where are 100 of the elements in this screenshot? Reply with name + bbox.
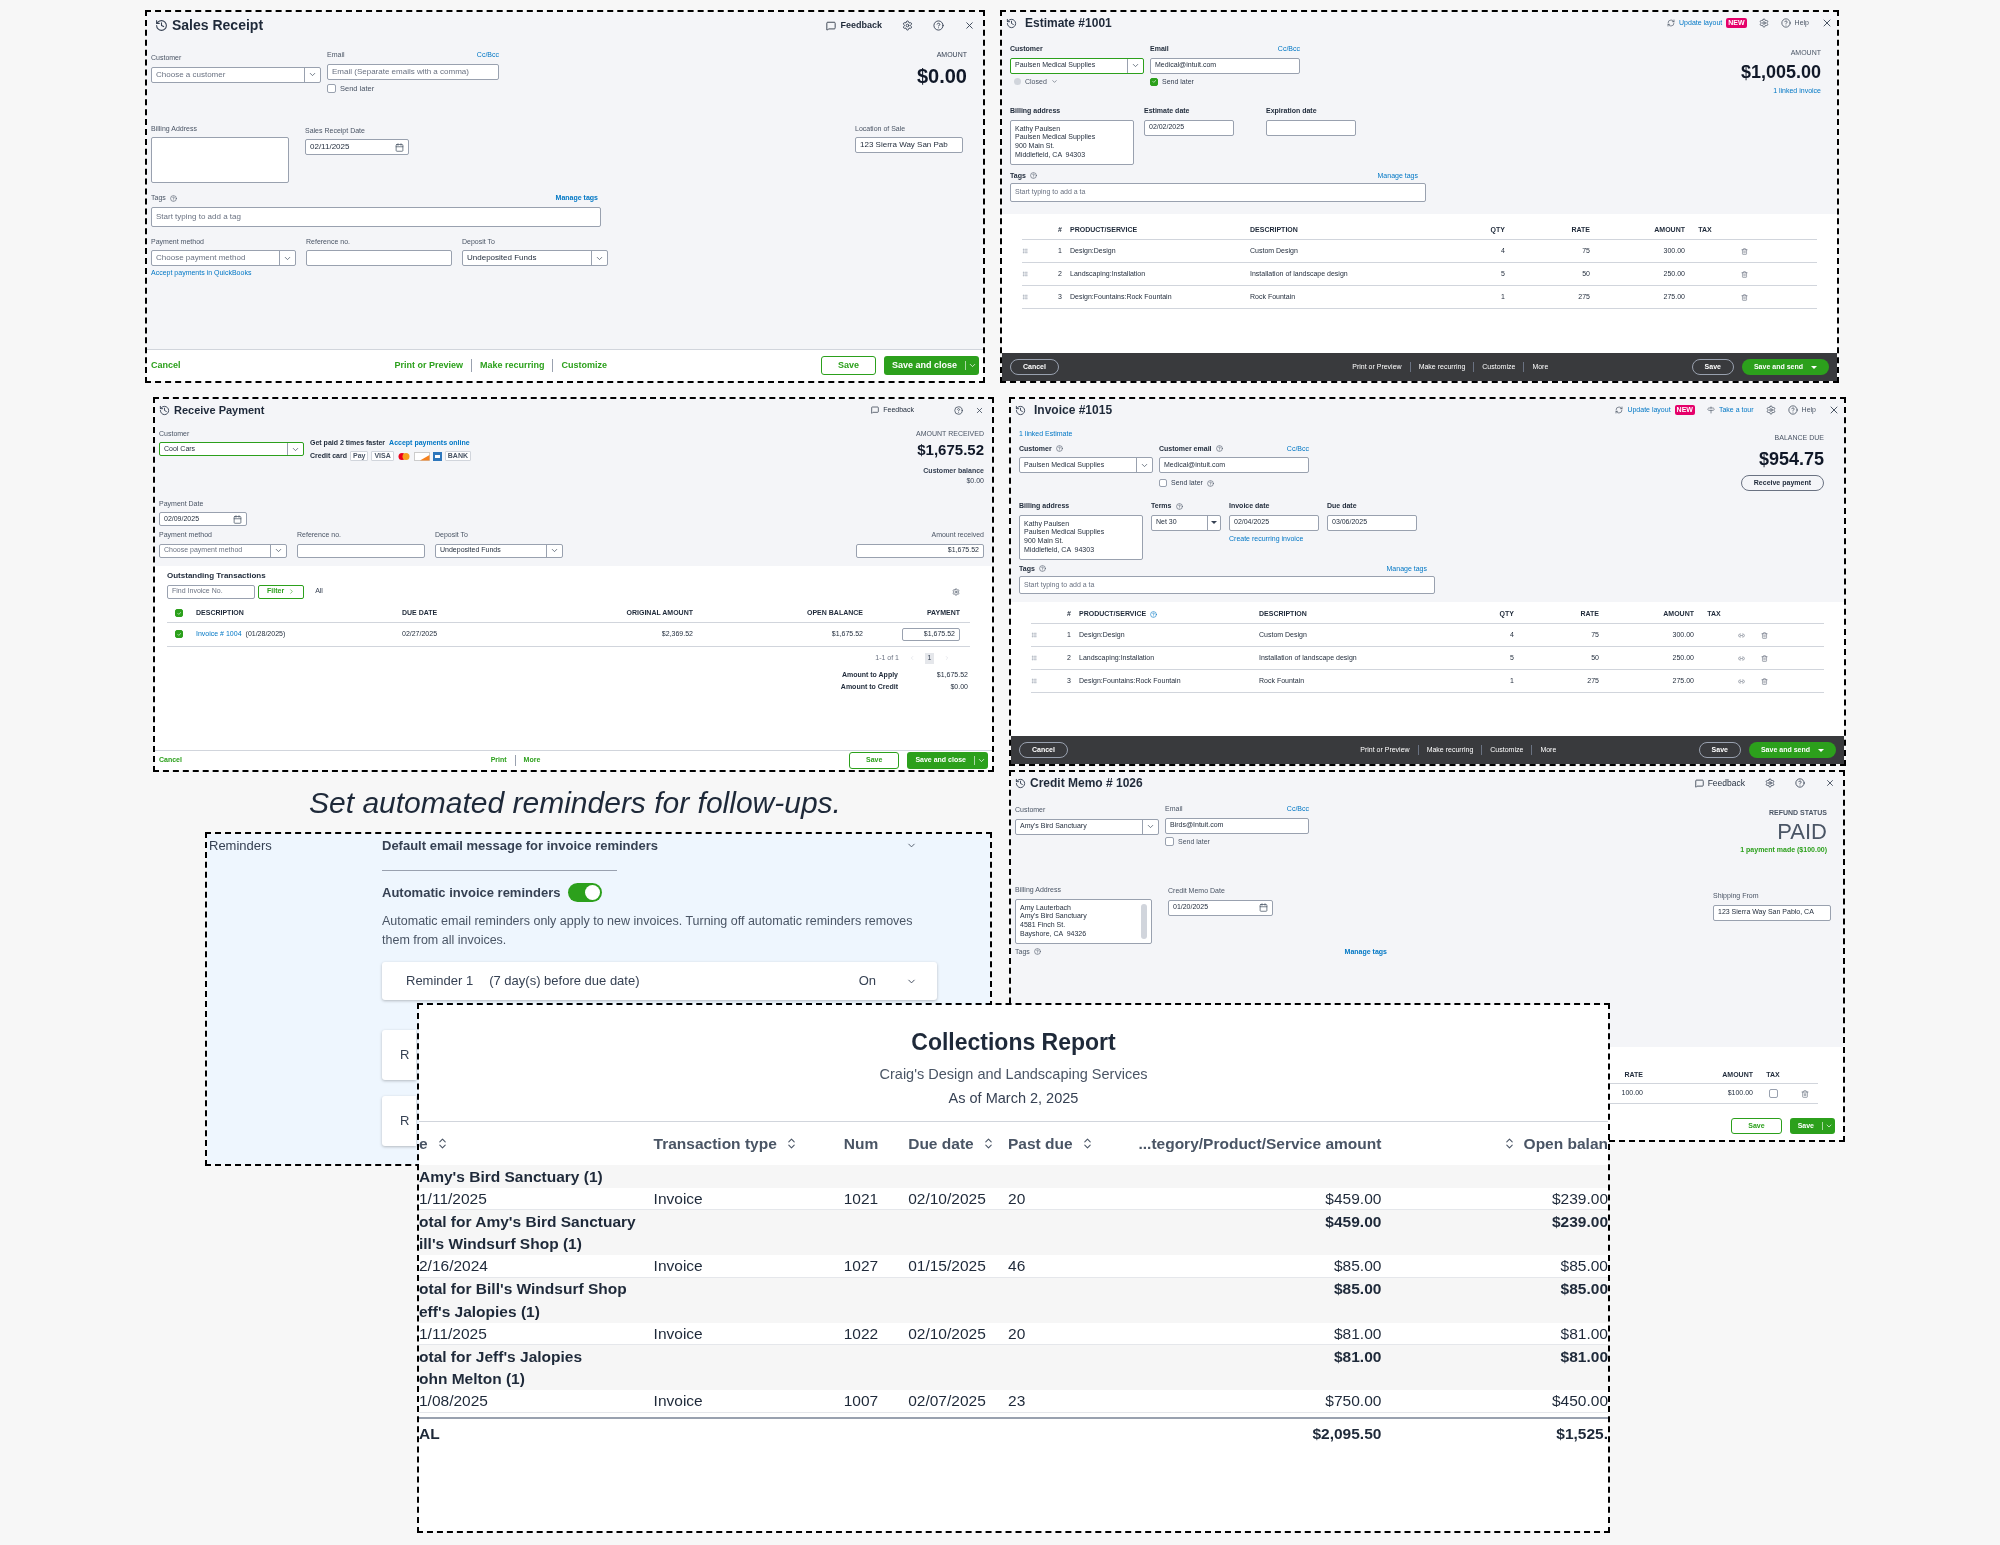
drag-handle-icon[interactable] (1022, 294, 1028, 300)
amount-total: $0.00 (916, 63, 967, 89)
trash-icon[interactable] (1801, 1089, 1809, 1098)
checkbox[interactable] (327, 83, 336, 93)
trash-icon[interactable] (1761, 677, 1768, 685)
history-icon[interactable] (1006, 17, 1017, 29)
drag-handle-icon[interactable] (1031, 678, 1037, 684)
reminder-card[interactable]: Reminder 1 (7 day(s) before due date) On (382, 962, 937, 1000)
check-icon (176, 631, 182, 637)
refresh-icon (1667, 19, 1676, 27)
close-icon[interactable] (1825, 778, 1835, 788)
table-cell-text: 02/10/2025 (907, 1188, 987, 1209)
amount-total: $1,005.00 (1740, 60, 1821, 84)
column-header[interactable]: Open balan (1523, 1131, 1608, 1156)
reminder-status: On (858, 972, 876, 991)
history-icon[interactable] (1015, 777, 1026, 789)
deposit-to-select[interactable]: Undeposited Funds (462, 250, 608, 267)
settings-icon[interactable] (1765, 405, 1776, 415)
report-title: Collections Report (911, 1028, 1116, 1057)
help-icon (1215, 445, 1223, 453)
date-field[interactable]: 02/11/2025 (305, 139, 409, 156)
close-icon[interactable] (964, 20, 975, 31)
trash-icon[interactable] (1741, 270, 1748, 278)
chat-bubble-icon (871, 406, 880, 415)
trash-icon[interactable] (1741, 293, 1748, 301)
checkbox[interactable] (1165, 837, 1174, 847)
checkbox[interactable] (1150, 77, 1158, 86)
reminder-detail: (7 day(s) before due date) (489, 972, 640, 991)
window-title: Estimate #1001 (1025, 15, 1112, 32)
column-header[interactable]: Transaction type (653, 1131, 777, 1156)
link-icon[interactable] (1738, 654, 1745, 662)
reference-field[interactable] (297, 543, 425, 558)
group-header: ohn Melton (1) (419, 1369, 525, 1390)
trash-icon[interactable] (1761, 654, 1768, 662)
close-icon[interactable] (975, 405, 984, 415)
billing-address-field[interactable] (151, 137, 289, 184)
close-icon[interactable] (1828, 404, 1840, 416)
table-cell-text: $750.00 (1324, 1391, 1382, 1412)
column-header[interactable]: e (419, 1131, 428, 1156)
help-icon (1033, 948, 1041, 956)
toggle-switch[interactable] (568, 882, 603, 902)
history-icon[interactable] (155, 19, 168, 32)
customer-select[interactable]: Choose a customer (151, 66, 321, 83)
save-button[interactable]: Save (820, 355, 876, 376)
chat-bubble-icon (1694, 778, 1704, 788)
payment-method-select[interactable]: Choose payment method (151, 250, 296, 267)
tags-field[interactable]: Start typing to add a tag (151, 206, 601, 227)
table-cell-text: 46 (1008, 1256, 1027, 1277)
table-cell-text: Invoice (653, 1391, 704, 1412)
email-field[interactable]: Email (Separate emails with a comma) (327, 63, 499, 80)
reference-field[interactable] (306, 250, 452, 267)
trash-icon[interactable] (1761, 631, 1768, 639)
help-icon (1150, 611, 1158, 618)
settings-icon[interactable] (952, 587, 960, 596)
chat-bubble-icon (826, 20, 837, 31)
table-cell-text: $239.00 (1550, 1188, 1608, 1209)
link-icon[interactable] (1738, 631, 1745, 639)
help-icon[interactable] (933, 20, 944, 31)
drag-handle-icon[interactable] (1022, 248, 1028, 254)
link-icon[interactable] (1738, 677, 1745, 685)
settings-icon[interactable] (902, 20, 913, 31)
checkbox[interactable] (1159, 479, 1167, 488)
settings-icon[interactable] (1765, 778, 1775, 788)
cancel-link[interactable]: Cancel (151, 358, 181, 373)
chevron-down-icon (1131, 61, 1140, 70)
chevron-right-icon (288, 588, 296, 595)
feedback-button[interactable]: Feedback (826, 18, 882, 33)
checkbox[interactable] (175, 630, 183, 638)
close-icon[interactable] (1821, 17, 1833, 29)
settings-icon[interactable] (1758, 18, 1769, 28)
drag-handle-icon[interactable] (1022, 271, 1028, 277)
feedback-button[interactable]: Feedback (1694, 776, 1745, 790)
footer-link[interactable]: Customize (552, 358, 615, 373)
help-icon[interactable] (954, 405, 963, 415)
drag-handle-icon[interactable] (1031, 655, 1037, 661)
help-icon[interactable] (1795, 778, 1805, 788)
footer-link[interactable]: Print or Preview (386, 358, 471, 373)
total-label: otal for Jeff's Jalopies (419, 1346, 584, 1367)
column-header[interactable]: ...tegory/Product/Service amount (1138, 1131, 1382, 1156)
column-header[interactable]: Num (843, 1131, 879, 1156)
footer-link[interactable]: Make recurring (470, 358, 553, 373)
checkbox[interactable] (175, 609, 183, 617)
location-field[interactable]: 123 Sierra Way San Pab (855, 137, 963, 154)
trash-icon[interactable] (1741, 247, 1748, 255)
reminder-card[interactable]: R (382, 1096, 416, 1146)
reminder-card[interactable]: R (382, 1030, 416, 1080)
history-icon[interactable] (159, 404, 170, 416)
chevron-down-icon (1146, 822, 1155, 831)
calendar-icon (233, 514, 242, 524)
column-header[interactable]: Past due (1008, 1131, 1073, 1156)
checkbox[interactable] (1768, 1089, 1778, 1098)
chevron-down-icon (968, 361, 977, 370)
column-header[interactable]: Due date (908, 1131, 974, 1156)
card-circles-icon (396, 451, 411, 461)
amount-total: $1,675.52 (917, 440, 984, 460)
history-icon[interactable] (1015, 404, 1026, 416)
caption-text: Set automated reminders for follow-ups. (308, 785, 842, 821)
drag-handle-icon[interactable] (1031, 632, 1037, 638)
expiration-date-field[interactable] (1266, 119, 1356, 136)
report-date: As of March 2, 2025 (948, 1089, 1079, 1109)
